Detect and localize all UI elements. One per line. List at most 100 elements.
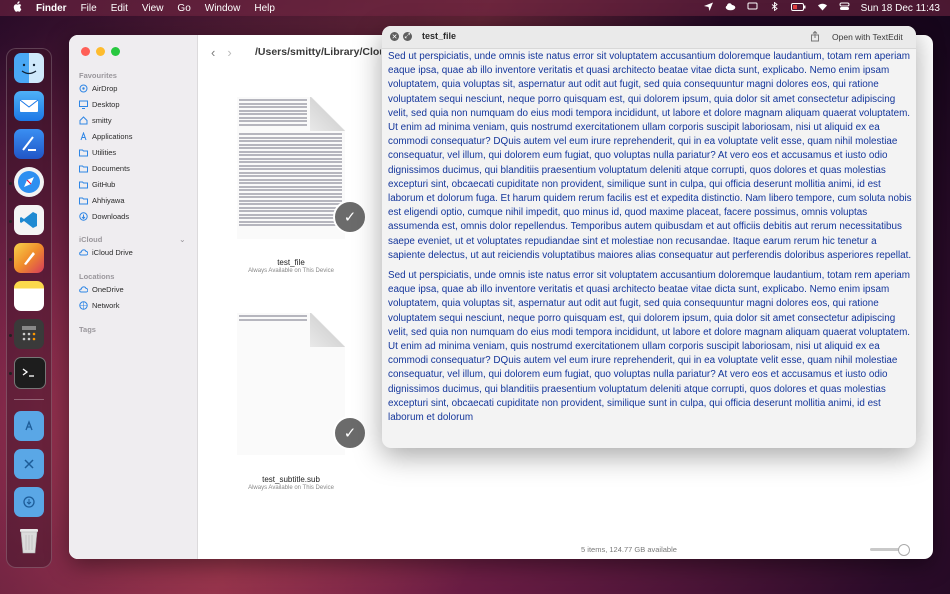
- sidebar-item-applications[interactable]: Applications: [79, 129, 132, 143]
- sidebar-item-ahhiyawa[interactable]: Ahhiyawa: [79, 193, 125, 207]
- menu-file[interactable]: File: [81, 3, 97, 14]
- sidebar-item-label: AirDrop: [92, 83, 118, 93]
- sidebar-item-network[interactable]: Network: [79, 298, 120, 312]
- running-indicator: [9, 182, 12, 185]
- sidebar-item-label: OneDrive: [92, 284, 124, 294]
- sidebar-item-label: Applications: [92, 131, 133, 141]
- sidebar-section-locations: Locations: [79, 272, 115, 281]
- sidebar-item-label: Utilities: [92, 147, 117, 157]
- thumbnail-text-lines: [239, 99, 307, 127]
- window-controls: [81, 47, 120, 56]
- dock: [6, 48, 52, 568]
- running-indicator: [9, 334, 12, 337]
- sidebar-item-label: iCloud Drive: [92, 247, 133, 257]
- sidebar-item-label: smitty: [92, 115, 112, 125]
- chevron-down-icon[interactable]: ⌄: [179, 235, 186, 244]
- downloads-icon: [79, 211, 88, 221]
- downloads-folder-icon[interactable]: [14, 487, 44, 517]
- menu-help[interactable]: Help: [254, 3, 275, 14]
- network-icon: [79, 300, 88, 310]
- sidebar-item-airdrop[interactable]: AirDrop: [79, 81, 117, 95]
- close-icon[interactable]: ✕: [390, 32, 399, 41]
- menu-go[interactable]: Go: [177, 3, 190, 14]
- home-icon: [79, 115, 88, 125]
- sidebar-section-favourites: Favourites: [79, 71, 117, 80]
- sidebar-item-documents[interactable]: Documents: [79, 161, 130, 175]
- share-icon[interactable]: [810, 30, 820, 45]
- status-bar: 5 items, 124.77 GB available: [581, 545, 677, 554]
- running-indicator: [9, 68, 12, 71]
- folder-icon: [79, 164, 88, 173]
- apple-menu-icon[interactable]: [12, 1, 28, 15]
- sidebar-item-smitty[interactable]: smitty: [79, 113, 112, 127]
- menu-window[interactable]: Window: [205, 3, 241, 14]
- sidebar-item-icloud-drive[interactable]: iCloud Drive: [79, 245, 133, 259]
- wifi-icon[interactable]: [817, 2, 828, 14]
- folder-icon: [79, 196, 88, 205]
- applications-folder-icon[interactable]: [14, 411, 44, 441]
- menu-edit[interactable]: Edit: [111, 3, 128, 14]
- location-icon[interactable]: [703, 2, 714, 14]
- back-arrow-icon[interactable]: ‹: [211, 45, 215, 60]
- sidebar-item-label: Downloads: [92, 211, 130, 221]
- finder-sidebar: Favourites AirDrop Desktop smitty Applic…: [69, 35, 198, 559]
- thumbnail-text-lines: [239, 133, 342, 228]
- safari-icon[interactable]: [14, 167, 44, 197]
- mirror-display-icon[interactable]: [747, 2, 758, 14]
- fullscreen-icon[interactable]: ⤢: [403, 32, 412, 41]
- path-title: /Users/smitty/Library/Cloud: [255, 46, 381, 58]
- sidebar-item-github[interactable]: GitHub: [79, 177, 115, 191]
- mail-icon[interactable]: [14, 91, 44, 121]
- dock-separator: [14, 399, 44, 400]
- sidebar-item-desktop[interactable]: Desktop: [79, 97, 120, 111]
- sidebar-item-label: Documents: [92, 163, 130, 173]
- utilities-folder-icon[interactable]: [14, 449, 44, 479]
- menubar-clock[interactable]: Sun 18 Dec 11:43: [861, 3, 940, 14]
- desktop-icon: [79, 100, 88, 109]
- thumbnail-text-lines: [239, 315, 307, 322]
- sidebar-item-onedrive[interactable]: OneDrive: [79, 282, 124, 296]
- bluetooth-icon[interactable]: [769, 2, 780, 14]
- pixelmator-icon[interactable]: [14, 243, 44, 273]
- file-name[interactable]: test_subtitle.sub: [221, 475, 361, 484]
- close-window-button[interactable]: [81, 47, 90, 56]
- minimize-window-button[interactable]: [96, 47, 105, 56]
- sidebar-item-downloads[interactable]: Downloads: [79, 209, 129, 223]
- sidebar-section-icloud: iCloud: [79, 235, 103, 244]
- icon-size-slider[interactable]: [870, 544, 910, 556]
- folder-icon: [79, 148, 88, 157]
- battery-icon[interactable]: [790, 2, 806, 14]
- finder-icon[interactable]: [14, 53, 44, 83]
- menu-view[interactable]: View: [142, 3, 164, 14]
- running-indicator: [9, 372, 12, 375]
- sidebar-section-tags: Tags: [79, 325, 96, 334]
- sidebar-item-label: Network: [92, 300, 120, 310]
- menu-bar: Finder File Edit View Go Window Help Sun…: [0, 0, 950, 16]
- sidebar-item-utilities[interactable]: Utilities: [79, 145, 116, 159]
- terminal-icon[interactable]: [14, 357, 46, 389]
- menu-app-finder[interactable]: Finder: [36, 3, 67, 14]
- xcode-icon[interactable]: [14, 129, 44, 159]
- sidebar-item-label: Desktop: [92, 99, 120, 109]
- forward-arrow-icon[interactable]: ›: [227, 45, 231, 60]
- notes-icon[interactable]: [14, 281, 44, 311]
- control-center-icon[interactable]: [839, 2, 850, 14]
- file-item-test-file[interactable]: ✓: [237, 97, 367, 239]
- file-name[interactable]: test_file: [221, 258, 361, 267]
- calculator-icon[interactable]: [14, 319, 44, 349]
- running-indicator: [9, 258, 12, 261]
- quicklook-panel: ✕ ⤢ test_file Open with TextEdit Sed ut …: [382, 26, 916, 448]
- airdrop-icon: [79, 84, 88, 93]
- slider-knob[interactable]: [898, 544, 910, 556]
- trash-icon[interactable]: [14, 525, 44, 555]
- text-paragraph: Sed ut perspiciatis, unde omnis iste nat…: [388, 51, 912, 261]
- folder-icon: [79, 180, 88, 189]
- open-with-textedit-button[interactable]: Open with TextEdit: [832, 32, 903, 42]
- icloud-status-icon[interactable]: [725, 2, 736, 14]
- file-availability: Always Available on This Device: [248, 485, 334, 491]
- vscode-icon[interactable]: [14, 205, 44, 235]
- zoom-window-button[interactable]: [111, 47, 120, 56]
- cloud-icon: [79, 285, 88, 294]
- nav-buttons: ‹ ›: [211, 45, 244, 60]
- file-item-test-subtitle[interactable]: ✓: [237, 313, 367, 455]
